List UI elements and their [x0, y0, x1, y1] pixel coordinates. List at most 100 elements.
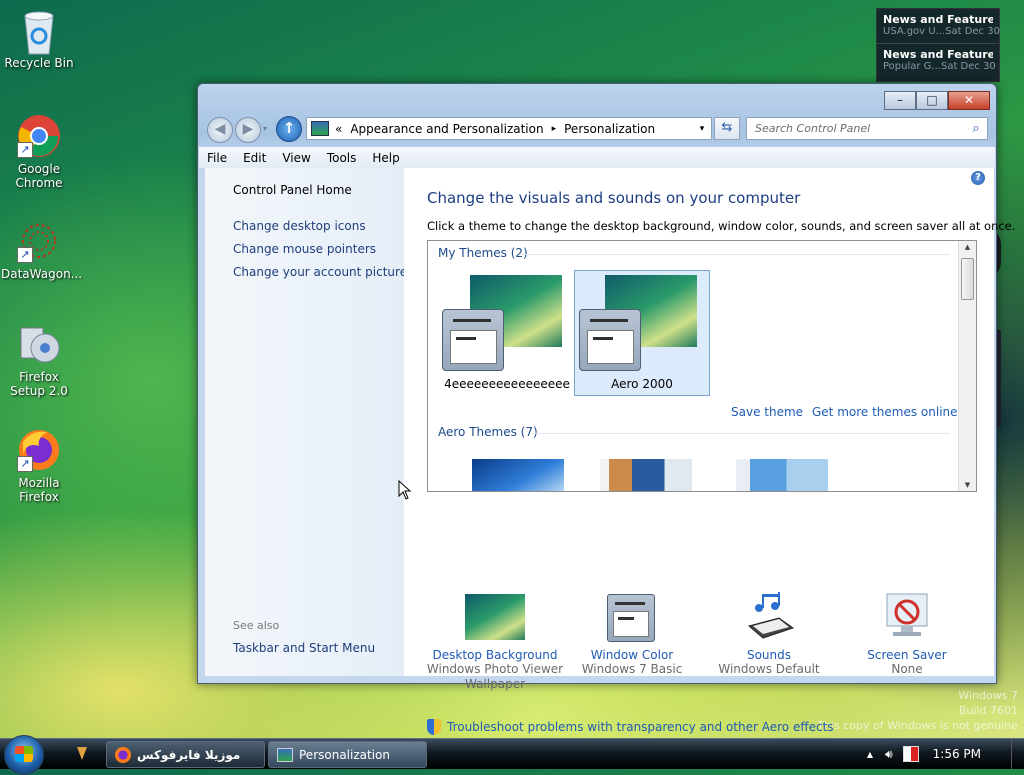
desktop-background-title[interactable]: Desktop Background	[425, 648, 565, 662]
desktop-icon-firefox[interactable]: ↗ Mozilla Firefox	[1, 428, 77, 504]
chrome-icon: ↗	[17, 114, 61, 158]
menu-edit[interactable]: Edit	[235, 151, 274, 165]
address-chevron[interactable]: «	[335, 122, 342, 136]
mouse-cursor-icon	[398, 480, 412, 500]
window-color-icon	[602, 592, 662, 642]
theme-list-scrollbar[interactable]: ▲ ▼	[958, 241, 976, 491]
scroll-down-icon[interactable]: ▼	[959, 481, 976, 489]
theme-tile-selected[interactable]: Aero 2000	[574, 270, 710, 396]
content-pane: ? Change the visuals and sounds on your …	[404, 168, 1015, 735]
control-panel-icon	[277, 747, 293, 762]
watermark-line: Windows 7	[958, 689, 1018, 702]
search-input[interactable]	[753, 121, 957, 136]
window-color-option[interactable]: Window Color Windows 7 Basic	[562, 592, 702, 677]
maximize-button[interactable]: □	[916, 91, 948, 110]
desktop-icon-label: Recycle Bin	[4, 56, 74, 70]
troubleshoot-link[interactable]: Troubleshoot problems with transparency …	[447, 720, 834, 734]
desktop-icon-datawagon[interactable]: ↗ DataWagon...	[1, 219, 82, 281]
desktop-icon-recycle-bin[interactable]: Recycle Bin	[1, 8, 77, 70]
address-bar[interactable]: « Appearance and Personalization ▸ Perso…	[306, 117, 712, 140]
search-icon[interactable]: ⌕	[965, 121, 987, 136]
troubleshoot-link-row[interactable]: Troubleshoot problems with transparency …	[427, 719, 834, 735]
desktop-background-option[interactable]: Desktop Background Windows Photo Viewer …	[425, 592, 565, 692]
start-button[interactable]	[4, 735, 44, 775]
theme-window-preview	[579, 309, 641, 371]
get-more-themes-link[interactable]: Get more themes online	[812, 405, 958, 419]
taskbar-button-personalization[interactable]: Personalization	[268, 741, 427, 768]
quick-launch-icon[interactable]	[76, 745, 88, 761]
page-description: Click a theme to change the desktop back…	[427, 219, 1016, 233]
menu-tools[interactable]: Tools	[319, 151, 365, 165]
my-themes-header[interactable]: My Themes (2)	[438, 246, 528, 260]
breadcrumb-personalization[interactable]: Personalization	[564, 122, 655, 136]
desktop-icon-firefox-setup[interactable]: Firefox Setup 2.0	[1, 322, 77, 398]
sounds-option[interactable]: Sounds Windows Default	[699, 592, 839, 677]
close-button[interactable]: ✕	[948, 91, 990, 110]
up-button[interactable]: ↑	[276, 116, 302, 142]
window-color-value: Windows 7 Basic	[581, 662, 683, 676]
menu-help[interactable]: Help	[364, 151, 407, 165]
screen-saver-option[interactable]: Screen Saver None	[837, 592, 977, 677]
aero-theme-thumb[interactable]	[472, 459, 564, 491]
sounds-title[interactable]: Sounds	[699, 648, 839, 662]
action-center-flag-icon[interactable]	[902, 746, 919, 762]
menu-view[interactable]: View	[274, 151, 318, 165]
desktop-background-icon	[465, 592, 525, 642]
scrollbar-thumb[interactable]	[961, 258, 974, 300]
notification-area: ▲ 🔊︎ 1:56 PM	[867, 739, 1024, 769]
recycle-bin-icon	[17, 8, 61, 55]
menu-bar: File Edit View Tools Help	[199, 147, 995, 169]
window-color-title[interactable]: Window Color	[562, 648, 702, 662]
theme-name: Aero 2000	[611, 377, 673, 391]
menu-file[interactable]: File	[199, 151, 235, 165]
scroll-up-icon[interactable]: ▲	[959, 243, 976, 251]
aero-theme-thumb[interactable]	[600, 459, 692, 491]
address-dropdown-icon[interactable]: ▾	[693, 124, 711, 134]
control-panel-home-link[interactable]: Control Panel Home	[233, 183, 352, 197]
change-account-picture-link[interactable]: Change your account picture	[233, 265, 407, 279]
help-icon[interactable]: ?	[971, 171, 985, 185]
taskbar-button-label: موزيلا فايرفوكس	[137, 747, 241, 762]
change-desktop-icons-link[interactable]: Change desktop icons	[233, 219, 366, 233]
taskbar-button-firefox[interactable]: موزيلا فايرفوكس	[106, 741, 265, 768]
feed-item-source: Popular G...	[883, 61, 941, 72]
search-box[interactable]: ⌕	[746, 117, 988, 140]
back-button[interactable]: ◀	[207, 117, 233, 143]
desktop-icon-label: Mozilla Firefox	[18, 476, 60, 504]
aero-themes-header[interactable]: Aero Themes (7)	[438, 425, 538, 439]
feed-item-date: Sat Dec 30	[945, 26, 1000, 37]
theme-window-preview	[442, 309, 504, 371]
watermark-line: Build 7601	[958, 704, 1018, 717]
show-desktop-button[interactable]	[1011, 739, 1024, 769]
aero-theme-thumb[interactable]	[736, 459, 828, 491]
taskbar-start-menu-link[interactable]: Taskbar and Start Menu	[233, 641, 375, 655]
screen-saver-title[interactable]: Screen Saver	[837, 648, 977, 662]
screen-saver-icon	[877, 592, 937, 642]
desktop-background-value-line2: Wallpaper	[464, 677, 526, 691]
theme-list[interactable]: My Themes (2) 4eeeeeeeeeeeeeeee Aero 200…	[427, 240, 977, 492]
desktop-icon-chrome[interactable]: ↗ Google Chrome	[1, 114, 77, 190]
minimize-button[interactable]: –	[884, 91, 916, 110]
feed-item-date: Sat Dec 30	[940, 61, 996, 72]
forward-button[interactable]: ▶	[235, 117, 261, 143]
feed-item-title: News and Feature...	[883, 48, 993, 61]
feed-item[interactable]: News and Feature... Popular G...Sat Dec …	[877, 44, 999, 78]
feed-item[interactable]: News and Features f... USA.gov U...Sat D…	[877, 9, 1000, 44]
personalization-window: – □ ✕ ◀ ▶ ▾ ↑ « Appearance and Personali…	[197, 83, 1015, 735]
shortcut-arrow-icon: ↗	[17, 247, 33, 263]
sounds-value: Windows Default	[718, 662, 820, 676]
show-hidden-icons-button[interactable]: ▲	[867, 750, 873, 759]
volume-icon[interactable]: 🔊︎	[885, 747, 893, 762]
group-divider	[520, 254, 950, 255]
change-mouse-pointers-link[interactable]: Change mouse pointers	[233, 242, 376, 256]
refresh-button[interactable]: ⇆	[714, 117, 740, 140]
breadcrumb-appearance[interactable]: Appearance and Personalization	[350, 122, 543, 136]
breadcrumb-separator-icon[interactable]: ▸	[552, 124, 557, 134]
control-panel-icon	[311, 121, 329, 136]
desktop-icon-label: Google Chrome	[15, 162, 63, 190]
recent-pages-chevron-icon[interactable]: ▾	[263, 124, 267, 133]
taskbar-clock[interactable]: 1:56 PM	[933, 747, 981, 761]
installer-icon	[17, 322, 61, 366]
theme-tile[interactable]: 4eeeeeeeeeeeeeeee	[440, 271, 574, 395]
save-theme-link[interactable]: Save theme	[731, 405, 803, 419]
